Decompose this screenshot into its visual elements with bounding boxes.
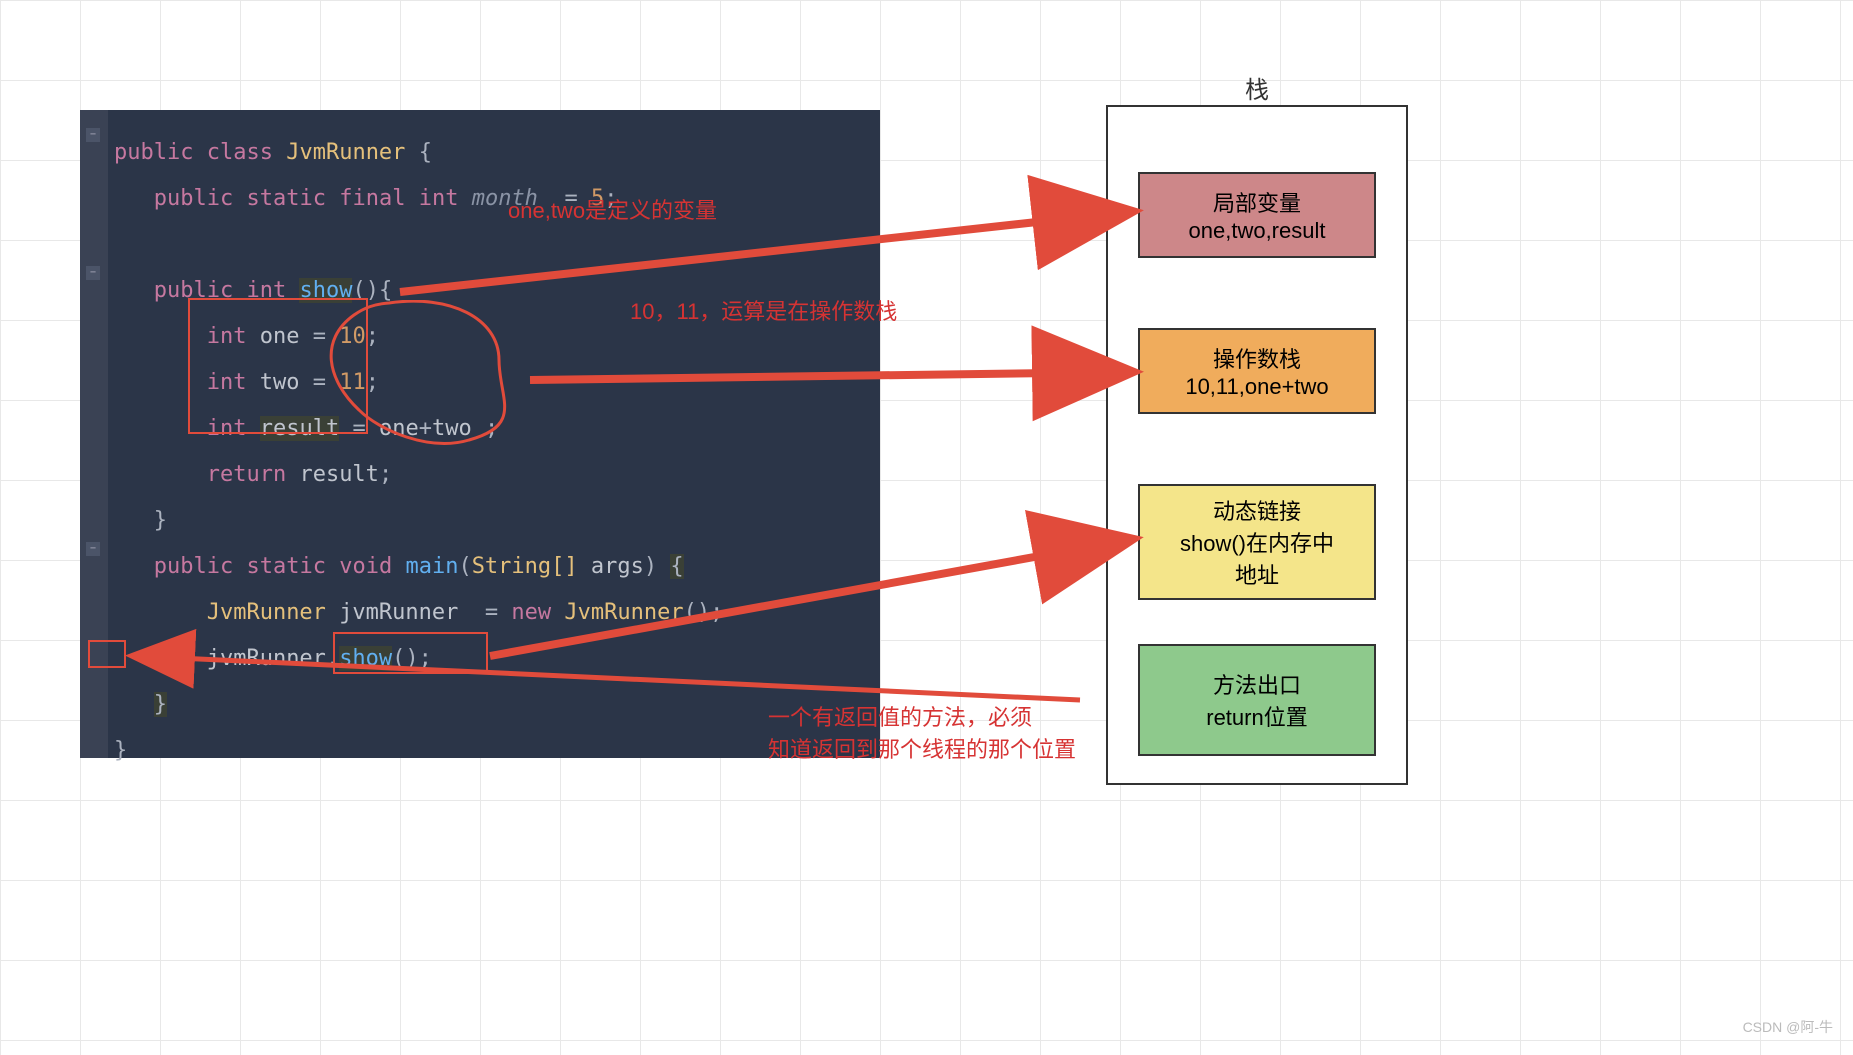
stack-box-line: 地址 [1140, 558, 1374, 590]
stack-box-local-vars: 局部变量 one,two,result [1138, 172, 1376, 258]
code-content: public class JvmRunner { public static f… [114, 130, 882, 774]
stack-box-line: return位置 [1140, 700, 1374, 732]
stack-title: 栈 [1106, 70, 1408, 105]
highlight-box-return-target [88, 640, 126, 668]
annotation-variables: one,two是定义的变量 [508, 193, 717, 225]
fold-icon: − [86, 266, 100, 280]
stack-box-line: one,two,result [1140, 218, 1374, 244]
stack-box-line: 动态链接 [1140, 494, 1374, 526]
fold-icon: − [86, 128, 100, 142]
stack-box-line: 操作数栈 [1140, 342, 1374, 374]
stack-box-line: 方法出口 [1140, 668, 1374, 700]
watermark: CSDN @阿-牛 [1743, 1017, 1833, 1037]
highlight-circle-literals [319, 300, 533, 448]
stack-box-line: 局部变量 [1140, 186, 1374, 218]
stack-box-line: 10,11,one+two [1140, 374, 1374, 400]
stack-box-method-exit: 方法出口 return位置 [1138, 644, 1376, 756]
stack-box-line: show()在内存中 [1140, 526, 1374, 558]
annotation-return: 一个有返回值的方法，必须 知道返回到那个线程的那个位置 [768, 700, 1076, 764]
highlight-box-show-call [333, 632, 488, 674]
fold-icon: − [86, 542, 100, 556]
stack-box-dynamic-link: 动态链接 show()在内存中 地址 [1138, 484, 1376, 600]
annotation-operand: 10，11，运算是在操作数栈 [630, 294, 897, 326]
stack-box-operand: 操作数栈 10,11,one+two [1138, 328, 1376, 414]
